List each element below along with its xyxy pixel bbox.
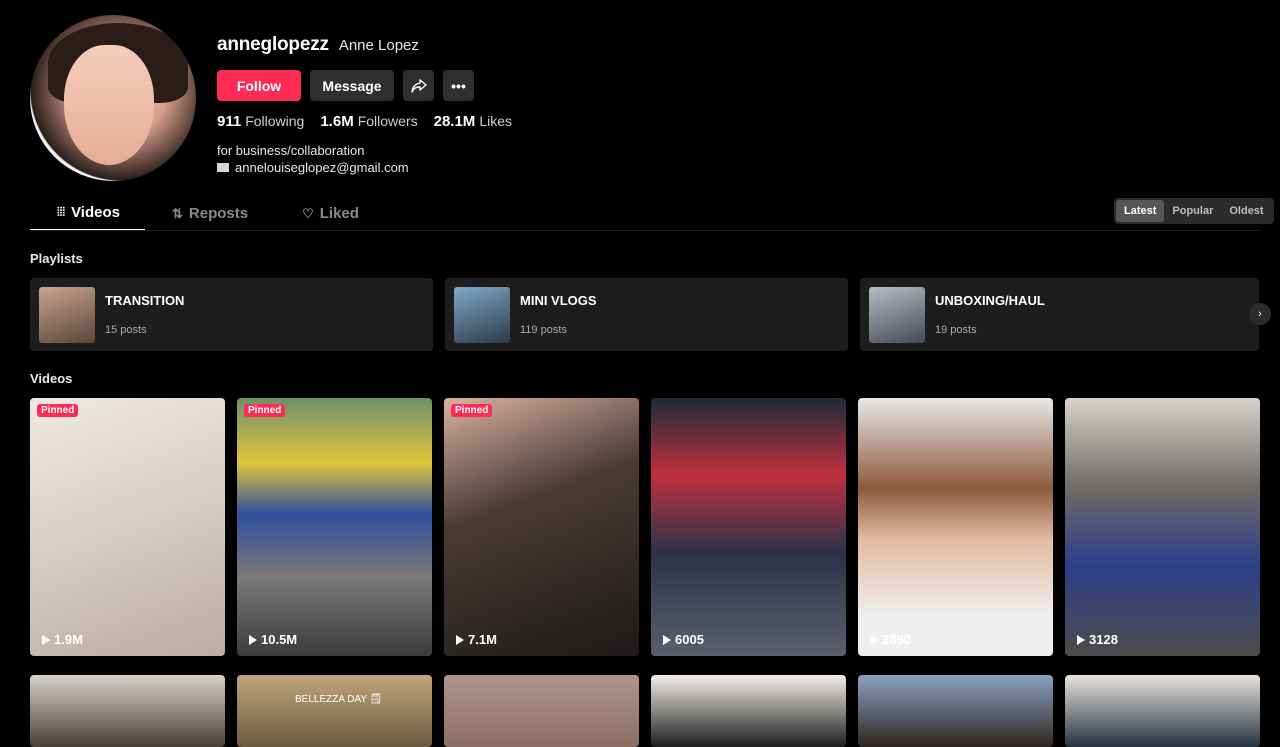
view-count-value: 6005 bbox=[675, 632, 704, 647]
sort-latest[interactable]: Latest bbox=[1116, 200, 1165, 222]
video-card[interactable]: Pinned 1.9M bbox=[30, 398, 225, 656]
profile-names: anneglopezz Anne Lopez bbox=[217, 34, 512, 56]
more-options-button[interactable]: ••• bbox=[443, 70, 474, 101]
profile-page: anneglopezz Anne Lopez Follow Message ••… bbox=[0, 0, 1280, 747]
view-count-value: 1.9M bbox=[54, 632, 83, 647]
view-count-value: 10.5M bbox=[261, 632, 298, 647]
tab-reposts-label: Reposts bbox=[188, 205, 249, 222]
pinned-badge: Pinned bbox=[244, 404, 286, 417]
sort-popular[interactable]: Popular bbox=[1164, 200, 1221, 222]
video-grid: Pinned 1.9M Pinned 10.5M Pinned 7.1M 6005 2850 3… bbox=[30, 398, 1260, 747]
playlist-count: 119 posts bbox=[520, 324, 567, 336]
profile-actions: Follow Message ••• bbox=[217, 70, 512, 101]
tab-videos-label: Videos bbox=[71, 204, 120, 221]
tab-videos[interactable]: ⦙⦙⦙ Videos bbox=[30, 196, 145, 231]
likes-count: 28.1M bbox=[433, 113, 476, 130]
profile-tabs: ⦙⦙⦙ Videos ⇅ Reposts ♡ Liked bbox=[30, 196, 386, 231]
play-icon bbox=[1077, 634, 1085, 645]
heart-icon: ♡ bbox=[302, 205, 314, 221]
video-card[interactable] bbox=[858, 675, 1053, 747]
video-card[interactable] bbox=[30, 675, 225, 747]
video-caption-overlay: BELLEZZA DAY 🗒 bbox=[295, 694, 383, 705]
play-icon bbox=[870, 634, 878, 645]
followers-label: Followers bbox=[357, 113, 418, 129]
playlists-heading: Playlists bbox=[30, 251, 83, 266]
video-card[interactable] bbox=[444, 675, 639, 747]
video-card[interactable] bbox=[651, 675, 846, 747]
playlist-title: MINI VLOGS bbox=[520, 293, 597, 308]
pinned-badge: Pinned bbox=[37, 404, 79, 417]
view-count: 10.5M bbox=[249, 632, 297, 647]
profile-avatar[interactable] bbox=[30, 15, 196, 181]
bio-email-line: annelouiseglopez@gmail.com bbox=[217, 159, 512, 176]
playlists-row: TRANSITION 15 posts MINI VLOGS 119 posts… bbox=[30, 278, 1259, 351]
likes-label: Likes bbox=[479, 113, 512, 129]
video-card[interactable]: Pinned 7.1M bbox=[444, 398, 639, 656]
video-card[interactable]: Pinned 10.5M bbox=[237, 398, 432, 656]
playlist-title: UNBOXING/HAUL bbox=[935, 293, 1045, 308]
share-icon bbox=[410, 78, 427, 93]
playlist-thumbnail bbox=[454, 287, 510, 343]
bio-line: for business/collaboration bbox=[217, 143, 365, 158]
view-count: 1.9M bbox=[42, 632, 83, 647]
sort-toggle: Latest Popular Oldest bbox=[1114, 198, 1274, 224]
playlist-title: TRANSITION bbox=[105, 293, 185, 308]
view-count: 7.1M bbox=[456, 632, 497, 647]
playlist-count: 19 posts bbox=[935, 324, 977, 336]
video-card[interactable]: BELLEZZA DAY 🗒 bbox=[237, 675, 432, 747]
chevron-right-icon: › bbox=[1258, 308, 1262, 320]
followers-count: 1.6M bbox=[320, 113, 354, 130]
playlist-card[interactable]: UNBOXING/HAUL 19 posts bbox=[860, 278, 1259, 351]
envelope-icon bbox=[217, 163, 229, 172]
profile-bio: for business/collaboration annelouiseglo… bbox=[217, 142, 512, 176]
video-card[interactable]: 3128 bbox=[1065, 398, 1260, 656]
tabs-divider bbox=[30, 230, 1260, 231]
stat-followers[interactable]: 1.6M Followers bbox=[320, 113, 417, 130]
stat-likes: 28.1M Likes bbox=[434, 113, 512, 130]
play-icon bbox=[42, 634, 50, 645]
tab-liked[interactable]: ♡ Liked bbox=[275, 196, 386, 231]
playlist-card[interactable]: MINI VLOGS 119 posts bbox=[445, 278, 848, 351]
message-button[interactable]: Message bbox=[310, 70, 394, 101]
grid-icon: ⦙⦙⦙ bbox=[57, 205, 66, 219]
avatar-face bbox=[64, 45, 154, 165]
view-count-value: 7.1M bbox=[468, 632, 497, 647]
username: anneglopezz bbox=[217, 34, 329, 55]
playlists-next-button[interactable]: › bbox=[1249, 303, 1271, 325]
tab-liked-label: Liked bbox=[319, 205, 359, 222]
following-count: 911 bbox=[217, 113, 242, 130]
view-count: 6005 bbox=[663, 632, 704, 647]
sort-oldest[interactable]: Oldest bbox=[1221, 200, 1271, 222]
playlist-count: 15 posts bbox=[105, 324, 147, 336]
video-card[interactable]: 2850 bbox=[858, 398, 1053, 656]
pinned-badge: Pinned bbox=[451, 404, 493, 417]
playlist-thumbnail bbox=[39, 287, 95, 343]
videos-heading: Videos bbox=[30, 371, 73, 386]
share-button[interactable] bbox=[403, 70, 434, 101]
bio-email: annelouiseglopez@gmail.com bbox=[235, 160, 409, 175]
view-count: 3128 bbox=[1077, 632, 1118, 647]
view-count-value: 3128 bbox=[1089, 632, 1118, 647]
stat-following[interactable]: 911 Following bbox=[217, 113, 304, 130]
play-icon bbox=[663, 634, 671, 645]
display-name: Anne Lopez bbox=[338, 37, 419, 54]
play-icon bbox=[249, 634, 257, 645]
following-label: Following bbox=[245, 113, 305, 129]
playlist-thumbnail bbox=[869, 287, 925, 343]
follow-button[interactable]: Follow bbox=[217, 70, 301, 101]
playlist-card[interactable]: TRANSITION 15 posts bbox=[30, 278, 433, 351]
view-count: 2850 bbox=[870, 632, 911, 647]
view-count-value: 2850 bbox=[882, 632, 911, 647]
repost-icon: ⇅ bbox=[172, 205, 183, 221]
profile-info: anneglopezz Anne Lopez Follow Message ••… bbox=[217, 34, 512, 176]
tab-reposts[interactable]: ⇅ Reposts bbox=[145, 196, 275, 231]
more-icon: ••• bbox=[451, 77, 466, 94]
video-card[interactable] bbox=[1065, 675, 1260, 747]
play-icon bbox=[456, 634, 464, 645]
video-card[interactable]: 6005 bbox=[651, 398, 846, 656]
profile-stats: 911 Following 1.6M Followers 28.1M Likes bbox=[217, 113, 512, 130]
